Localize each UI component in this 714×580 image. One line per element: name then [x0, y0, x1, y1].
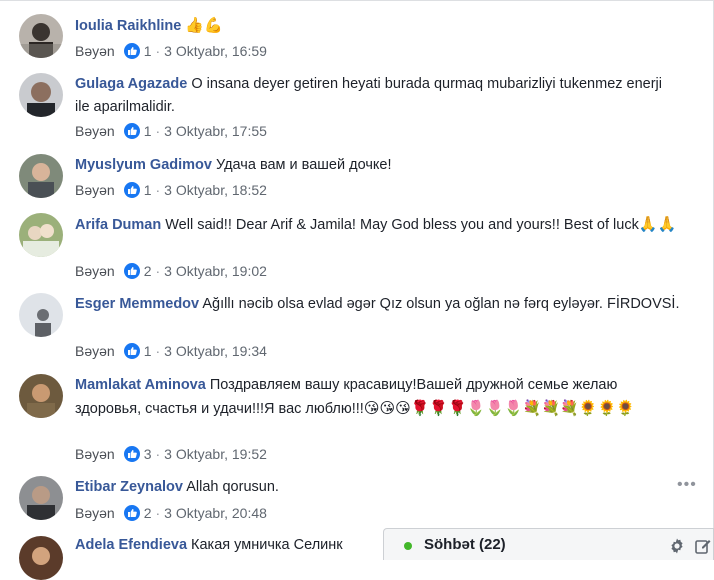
comment-timestamp[interactable]: 3 Oktyabr, 19:34 [164, 343, 267, 359]
like-count[interactable]: 1 [144, 343, 152, 359]
like-count[interactable]: 1 [144, 43, 152, 59]
like-button[interactable]: Bəyən [75, 263, 115, 279]
like-button[interactable]: Bəyən [75, 123, 115, 139]
comment-emoji: 😘😘😘🌹🌹🌹🌷🌷🌷💐💐💐🌻🌻🌻 [363, 399, 635, 417]
avatar[interactable] [19, 536, 63, 580]
avatar[interactable] [19, 154, 63, 198]
like-icon[interactable] [123, 123, 140, 139]
comment-emoji: 🙏🙏 [638, 215, 677, 233]
more-options-icon[interactable]: ••• [677, 476, 697, 494]
like-count[interactable]: 3 [144, 446, 152, 462]
like-button[interactable]: Bəyən [75, 343, 115, 359]
like-count[interactable]: 2 [144, 263, 152, 279]
comment-author[interactable]: Myuslyum Gadimov [75, 157, 212, 173]
comment-author[interactable]: Gulaga Agazade [75, 76, 187, 92]
comment-author[interactable]: Etibar Zeynalov [75, 479, 183, 495]
compose-icon[interactable] [694, 537, 712, 555]
comment-meta: Bəyən 3 · 3 Oktyabr, 19:52 [75, 444, 267, 464]
like-count[interactable]: 1 [144, 123, 152, 139]
comment-body: Esger Memmedov Ağıllı nəcib olsa evlad ə… [75, 293, 680, 316]
comment-meta: Bəyən 1 · 3 Oktyabr, 17:55 [75, 121, 267, 141]
comment-author[interactable]: Mamlakat Aminova [75, 377, 206, 393]
comment-text: Well said!! Dear Arif & Jamila! May God … [165, 217, 639, 233]
like-button[interactable]: Bəyən [75, 182, 115, 198]
separator: · [155, 123, 161, 139]
like-icon[interactable] [123, 182, 140, 198]
like-icon[interactable] [123, 446, 140, 462]
avatar[interactable] [19, 73, 63, 117]
comment-meta: Bəyən 2 · 3 Oktyabr, 19:02 [75, 261, 267, 281]
comment-author[interactable]: Ioulia Raikhline [75, 18, 181, 34]
like-count[interactable]: 2 [144, 505, 152, 521]
like-count[interactable]: 1 [144, 182, 152, 198]
comment-body: Myuslyum Gadimov Удача вам и вашей дочке… [75, 154, 680, 177]
gear-icon[interactable] [668, 537, 686, 555]
separator: · [155, 182, 161, 198]
online-indicator [404, 542, 412, 550]
comment-author[interactable]: Adela Efendieva [75, 537, 187, 553]
like-icon[interactable] [123, 43, 140, 59]
like-button[interactable]: Bəyən [75, 505, 115, 521]
avatar[interactable] [19, 374, 63, 418]
like-button[interactable]: Bəyən [75, 446, 115, 462]
comment-text: Удача вам и вашей дочке! [216, 157, 392, 173]
comment-timestamp[interactable]: 3 Oktyabr, 17:55 [164, 123, 267, 139]
avatar[interactable] [19, 293, 63, 337]
comment-timestamp[interactable]: 3 Oktyabr, 16:59 [164, 43, 267, 59]
like-icon[interactable] [123, 263, 140, 279]
comment-body: Etibar Zeynalov Allah qorusun. [75, 476, 680, 499]
separator: · [155, 505, 161, 521]
comment-emoji: 👍💪 [185, 16, 223, 34]
separator: · [155, 343, 161, 359]
comment-author[interactable]: Arifa Duman [75, 217, 161, 233]
separator: · [155, 446, 161, 462]
comment-meta: Bəyən 1 · 3 Oktyabr, 16:59 [75, 41, 267, 61]
separator: · [155, 43, 161, 59]
comment-author[interactable]: Esger Memmedov [75, 296, 199, 312]
comment-text: Ağıllı nəcib olsa evlad əgər Qız olsun y… [202, 296, 680, 312]
comment-timestamp[interactable]: 3 Oktyabr, 19:02 [164, 263, 267, 279]
comment-body: Arifa Duman Well said!! Dear Arif & Jami… [75, 213, 680, 237]
comment-meta: Bəyən 1 · 3 Oktyabr, 18:52 [75, 180, 267, 200]
like-icon[interactable] [123, 343, 140, 359]
top-border [0, 0, 714, 1]
comment-meta: Bəyən 1 · 3 Oktyabr, 19:34 [75, 341, 267, 361]
comment-timestamp[interactable]: 3 Oktyabr, 19:52 [164, 446, 267, 462]
chat-label[interactable]: Söhbət (22) [424, 536, 506, 553]
comment-timestamp[interactable]: 3 Oktyabr, 20:48 [164, 505, 267, 521]
chat-bar[interactable]: Söhbət (22) [383, 528, 714, 560]
avatar[interactable] [19, 476, 63, 520]
comment-timestamp[interactable]: 3 Oktyabr, 18:52 [164, 182, 267, 198]
like-icon[interactable] [123, 505, 140, 521]
comment-text: Allah qorusun. [186, 479, 279, 495]
separator: · [155, 263, 161, 279]
comment-meta: Bəyən 2 · 3 Oktyabr, 20:48 [75, 503, 267, 523]
comment-text: Какая умничка Селинк [191, 537, 343, 553]
avatar[interactable] [19, 14, 63, 58]
comment-body: Gulaga Agazade O insana deyer getiren he… [75, 73, 680, 119]
comment-body: Mamlakat Aminova Поздравляем вашу красав… [75, 374, 680, 421]
avatar[interactable] [19, 213, 63, 257]
like-button[interactable]: Bəyən [75, 43, 115, 59]
comment-body: Ioulia Raikhline 👍💪 [75, 14, 680, 38]
